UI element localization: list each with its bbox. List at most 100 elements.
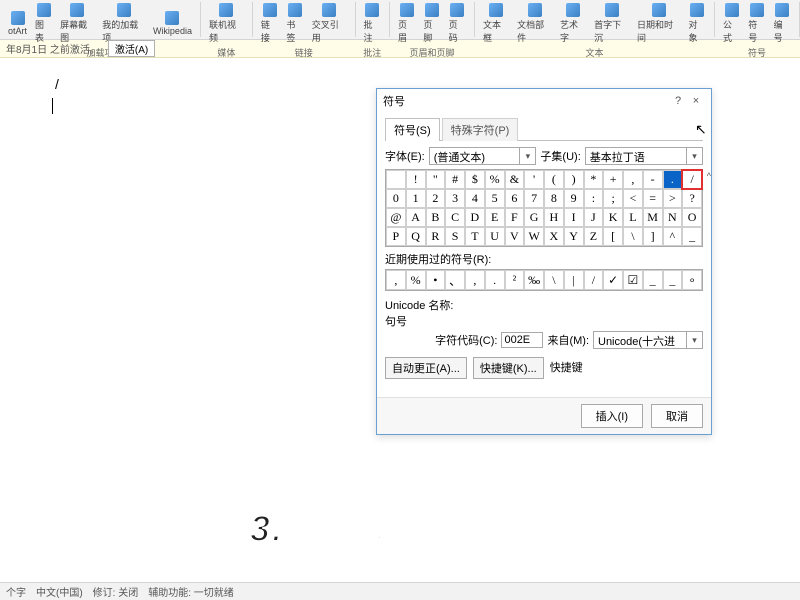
- close-button[interactable]: ×: [687, 95, 705, 107]
- symbol-cell[interactable]: !: [406, 170, 426, 189]
- recent-symbol-cell[interactable]: |: [564, 270, 584, 290]
- symbol-cell[interactable]: ': [524, 170, 544, 189]
- symbol-cell[interactable]: I: [564, 208, 584, 227]
- recent-symbol-cell[interactable]: •: [426, 270, 446, 290]
- symbol-cell[interactable]: ?: [682, 189, 702, 208]
- symbol-cell[interactable]: &: [505, 170, 525, 189]
- font-combo[interactable]: (普通文本) ▾: [429, 147, 537, 165]
- recent-symbol-cell[interactable]: ‰: [524, 270, 544, 290]
- symbol-cell[interactable]: G: [524, 208, 544, 227]
- ribbon-item[interactable]: otArt: [6, 10, 29, 37]
- symbol-cell[interactable]: X: [544, 227, 564, 246]
- symbol-cell[interactable]: ,: [623, 170, 643, 189]
- symbol-cell[interactable]: $: [465, 170, 485, 189]
- ribbon-item[interactable]: 文本框: [481, 2, 511, 45]
- symbol-cell[interactable]: ): [564, 170, 584, 189]
- symbol-cell[interactable]: M: [643, 208, 663, 227]
- symbol-cell[interactable]: O: [682, 208, 702, 227]
- tab-symbols[interactable]: 符号(S): [385, 118, 440, 141]
- ribbon-item[interactable]: 日期和时间: [635, 2, 683, 45]
- recent-symbol-cell[interactable]: .: [485, 270, 505, 290]
- symbol-cell[interactable]: 8: [544, 189, 564, 208]
- symbol-cell[interactable]: <: [623, 189, 643, 208]
- charcode-input[interactable]: [501, 332, 543, 348]
- symbol-cell[interactable]: S: [445, 227, 465, 246]
- symbol-cell[interactable]: W: [524, 227, 544, 246]
- symbol-cell[interactable]: .: [663, 170, 683, 189]
- symbol-cell[interactable]: R: [426, 227, 446, 246]
- symbol-cell[interactable]: :: [584, 189, 604, 208]
- symbol-cell[interactable]: #: [445, 170, 465, 189]
- ribbon-item[interactable]: 页眉: [396, 2, 417, 45]
- symbol-cell[interactable]: P: [386, 227, 406, 246]
- recent-symbol-cell[interactable]: ✓: [603, 270, 623, 290]
- ribbon-item[interactable]: 艺术字: [558, 2, 588, 45]
- symbol-cell[interactable]: 5: [485, 189, 505, 208]
- symbol-cell[interactable]: H: [544, 208, 564, 227]
- symbol-cell[interactable]: =: [643, 189, 663, 208]
- ribbon-item[interactable]: 文档部件: [515, 2, 554, 45]
- symbol-cell[interactable]: /^: [682, 170, 702, 189]
- recent-symbol-cell[interactable]: _: [643, 270, 663, 290]
- chevron-down-icon[interactable]: ▾: [686, 332, 702, 348]
- symbol-cell[interactable]: ]: [643, 227, 663, 246]
- symbol-cell[interactable]: V: [505, 227, 525, 246]
- symbol-cell[interactable]: Q: [406, 227, 426, 246]
- ribbon-item[interactable]: 链接: [259, 2, 280, 45]
- ribbon-item[interactable]: 我的加载项: [100, 2, 147, 45]
- symbol-cell[interactable]: _: [682, 227, 702, 246]
- symbol-cell[interactable]: 1: [406, 189, 426, 208]
- symbol-cell[interactable]: 2: [426, 189, 446, 208]
- ribbon-item[interactable]: 联机视频: [207, 2, 246, 45]
- recent-symbol-cell[interactable]: ☑: [623, 270, 643, 290]
- recent-symbol-cell[interactable]: \: [544, 270, 564, 290]
- cancel-button[interactable]: 取消: [651, 404, 703, 428]
- recent-symbol-cell[interactable]: ,: [386, 270, 406, 290]
- symbol-cell[interactable]: ": [426, 170, 446, 189]
- status-track[interactable]: 修订: 关闭: [93, 584, 139, 599]
- recent-symbol-cell[interactable]: /: [584, 270, 604, 290]
- symbol-cell[interactable]: N: [663, 208, 683, 227]
- symbol-cell[interactable]: L: [623, 208, 643, 227]
- symbol-cell[interactable]: %: [485, 170, 505, 189]
- recent-symbol-cell[interactable]: ∘: [682, 270, 702, 290]
- symbol-cell[interactable]: K: [603, 208, 623, 227]
- subset-combo[interactable]: 基本拉丁语 ▾: [585, 147, 703, 165]
- tab-special-chars[interactable]: 特殊字符(P): [442, 118, 519, 141]
- symbol-cell[interactable]: B: [426, 208, 446, 227]
- activate-button[interactable]: 激活(A): [108, 40, 155, 57]
- ribbon-item[interactable]: 屏幕截图: [58, 2, 96, 45]
- help-button[interactable]: ?: [669, 95, 687, 107]
- symbol-cell[interactable]: [386, 170, 406, 189]
- symbol-cell[interactable]: @: [386, 208, 406, 227]
- symbol-cell[interactable]: Y: [564, 227, 584, 246]
- symbol-cell[interactable]: E: [485, 208, 505, 227]
- symbol-cell[interactable]: Z: [584, 227, 604, 246]
- symbol-cell[interactable]: A: [406, 208, 426, 227]
- symbol-cell[interactable]: (: [544, 170, 564, 189]
- symbol-cell[interactable]: 4: [465, 189, 485, 208]
- symbol-cell[interactable]: 6: [505, 189, 525, 208]
- autocorrect-button[interactable]: 自动更正(A)...: [385, 357, 467, 379]
- symbol-cell[interactable]: 7: [524, 189, 544, 208]
- ribbon-item[interactable]: 符号: [746, 2, 767, 45]
- symbol-cell[interactable]: +: [603, 170, 623, 189]
- symbol-cell[interactable]: -: [643, 170, 663, 189]
- ribbon-item[interactable]: 编号: [772, 2, 793, 45]
- symbol-cell[interactable]: J: [584, 208, 604, 227]
- recent-symbol-cell[interactable]: 、: [445, 270, 465, 290]
- ribbon-item[interactable]: 批注: [362, 2, 383, 45]
- status-language[interactable]: 中文(中国): [36, 584, 83, 599]
- ribbon-item[interactable]: 页脚: [421, 2, 442, 45]
- symbol-cell[interactable]: ;: [603, 189, 623, 208]
- recent-symbol-cell[interactable]: %: [406, 270, 426, 290]
- ribbon-item[interactable]: 交叉引用: [310, 2, 349, 45]
- shortcut-key-button[interactable]: 快捷键(K)...: [473, 357, 544, 379]
- ribbon-item[interactable]: 对象: [687, 2, 708, 45]
- symbol-cell[interactable]: \: [623, 227, 643, 246]
- ribbon-item[interactable]: 页码: [447, 2, 468, 45]
- symbol-cell[interactable]: C: [445, 208, 465, 227]
- symbol-cell[interactable]: T: [465, 227, 485, 246]
- ribbon-item[interactable]: 公式: [721, 2, 742, 45]
- scroll-up-icon[interactable]: ^: [707, 171, 711, 181]
